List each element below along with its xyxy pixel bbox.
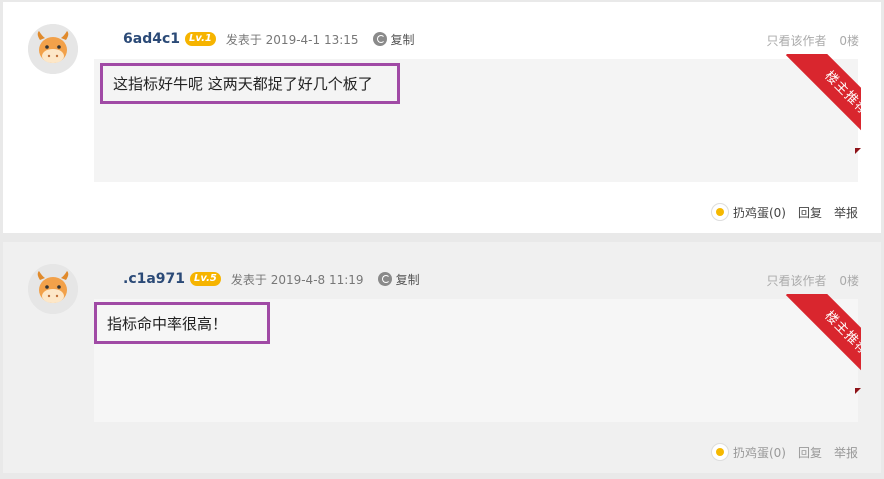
egg-label: 扔鸡蛋(0) (732, 205, 786, 220)
post-content-text: 指标命中率很高！ (94, 302, 270, 344)
posted-time: 发表于 2019-4-8 11:19 (230, 272, 364, 287)
only-author-link[interactable]: 只看该作者 (767, 34, 827, 48)
copy-button[interactable]: 复制 (372, 31, 415, 48)
post-meta: 6ad4c1 Lv.1 发表于 2019-4-1 13:15 复制 (123, 30, 415, 48)
ribbon-fold (855, 388, 861, 394)
only-author-link[interactable]: 只看该作者 (767, 274, 827, 288)
report-button[interactable]: 举报 (834, 444, 858, 461)
copy-button[interactable]: 复制 (377, 271, 420, 288)
reply-button[interactable]: 回复 (798, 204, 822, 221)
level-badge: Lv.1 (185, 32, 216, 46)
ribbon-label: 楼主推荐 (785, 294, 861, 389)
throw-egg-button[interactable]: 扔鸡蛋(0) (710, 443, 786, 461)
egg-icon (710, 203, 729, 221)
egg-icon (710, 443, 729, 461)
post-card: .c1a971 Lv.5 发表于 2019-4-8 11:19 复制 只看该作者… (3, 242, 881, 473)
recommend-ribbon: 楼主推荐 (766, 294, 861, 389)
ribbon-fold (855, 148, 861, 154)
post-card: 6ad4c1 Lv.1 发表于 2019-4-1 13:15 复制 只看该作者 … (3, 2, 881, 233)
post-actions: 扔鸡蛋(0) 回复 举报 (710, 443, 858, 461)
reply-button[interactable]: 回复 (798, 444, 822, 461)
throw-egg-button[interactable]: 扔鸡蛋(0) (710, 203, 786, 221)
cow-avatar-icon[interactable] (28, 264, 78, 314)
cow-avatar-icon[interactable] (28, 24, 78, 74)
post-meta: .c1a971 Lv.5 发表于 2019-4-8 11:19 复制 (123, 270, 420, 288)
copy-label: 复制 (395, 272, 420, 287)
username-link[interactable]: .c1a971 (123, 271, 185, 287)
copy-icon (377, 272, 392, 286)
ribbon-label: 楼主推荐 (785, 54, 861, 149)
level-badge: Lv.5 (190, 272, 221, 286)
copy-label: 复制 (390, 32, 415, 47)
post-actions: 扔鸡蛋(0) 回复 举报 (710, 203, 858, 221)
egg-label: 扔鸡蛋(0) (732, 445, 786, 460)
floor-number: 0楼 (839, 274, 859, 288)
post-right-meta: 只看该作者 0楼 (767, 32, 859, 49)
posted-time: 发表于 2019-4-1 13:15 (225, 32, 359, 47)
floor-number: 0楼 (839, 34, 859, 48)
report-button[interactable]: 举报 (834, 204, 858, 221)
copy-icon (372, 32, 387, 46)
username-link[interactable]: 6ad4c1 (123, 31, 180, 47)
post-right-meta: 只看该作者 0楼 (767, 272, 859, 289)
recommend-ribbon: 楼主推荐 (766, 54, 861, 149)
post-content-text: 这指标好牛呢 这两天都捉了好几个板了 (100, 63, 400, 104)
